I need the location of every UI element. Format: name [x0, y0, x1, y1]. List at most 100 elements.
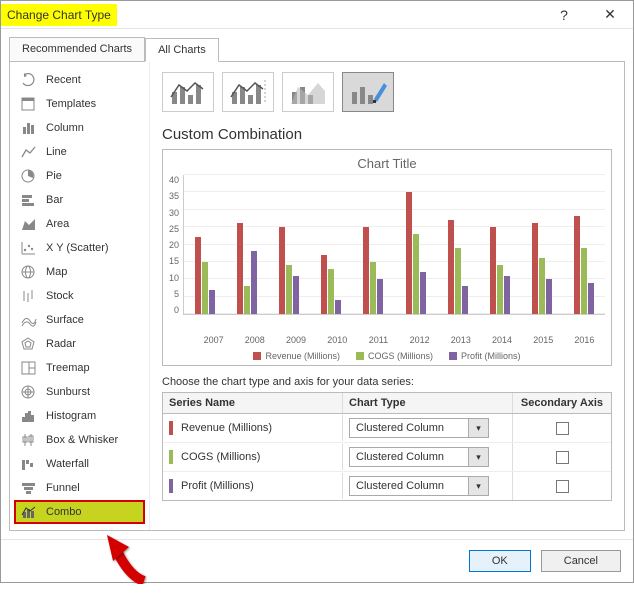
- sidebar-item-label: Combo: [46, 506, 81, 518]
- sidebar-item-label: Templates: [46, 98, 96, 110]
- sidebar-item-histogram[interactable]: Histogram: [14, 404, 145, 428]
- secondary-axis-checkbox-profit[interactable]: [556, 480, 569, 493]
- sidebar-item-label: Line: [46, 146, 67, 158]
- legend-revenue: Revenue (Millions): [253, 351, 340, 361]
- sidebar-item-label: Pie: [46, 170, 62, 182]
- subtype-row: [162, 72, 612, 112]
- header-series-name: Series Name: [163, 393, 343, 413]
- series-row-profit: Profit (Millions) Clustered Column▾: [163, 472, 611, 500]
- funnel-icon: [20, 480, 38, 496]
- column-icon: [20, 120, 38, 136]
- subtype-combo-3[interactable]: [282, 72, 334, 112]
- sidebar-item-label: Radar: [46, 338, 76, 350]
- cancel-button[interactable]: Cancel: [541, 550, 621, 572]
- series-header: Series Name Chart Type Secondary Axis: [163, 393, 611, 414]
- sidebar-item-label: Map: [46, 266, 67, 278]
- custom-combination-heading: Custom Combination: [162, 126, 612, 143]
- stock-icon: [20, 288, 38, 304]
- legend-profit: Profit (Millions): [449, 351, 521, 361]
- series-name-label: COGS (Millions): [181, 451, 260, 463]
- secondary-axis-checkbox-cogs[interactable]: [556, 451, 569, 464]
- sidebar-item-stock[interactable]: Stock: [14, 284, 145, 308]
- chart-type-dropdown-profit[interactable]: Clustered Column▾: [349, 476, 489, 496]
- chart-preview[interactable]: Chart Title 4035302520151050 20072008200…: [162, 149, 612, 366]
- sidebar-item-label: Recent: [46, 74, 81, 86]
- recent-icon: [20, 72, 38, 88]
- sidebar-item-map[interactable]: Map: [14, 260, 145, 284]
- close-button[interactable]: ✕: [587, 1, 633, 29]
- sidebar-item-templates[interactable]: Templates: [14, 92, 145, 116]
- chart-area: 4035302520151050: [169, 175, 605, 335]
- sidebar-item-label: Treemap: [46, 362, 90, 374]
- chevron-down-icon: ▾: [468, 477, 488, 495]
- sidebar-item-label: Column: [46, 122, 84, 134]
- combo-icon: [20, 504, 38, 520]
- help-button[interactable]: ?: [541, 1, 587, 29]
- sidebar-item-radar[interactable]: Radar: [14, 332, 145, 356]
- tab-recommended[interactable]: Recommended Charts: [9, 37, 145, 61]
- change-chart-type-dialog: Change Chart Type ? ✕ Recommended Charts…: [0, 0, 634, 583]
- histogram-icon: [20, 408, 38, 424]
- plot-area: [183, 175, 605, 315]
- subtype-combo-custom[interactable]: [342, 72, 394, 112]
- main-panel: Custom Combination Chart Title 403530252…: [150, 62, 624, 530]
- radar-icon: [20, 336, 38, 352]
- ok-button[interactable]: OK: [469, 550, 531, 572]
- sidebar-item-treemap[interactable]: Treemap: [14, 356, 145, 380]
- series-row-cogs: COGS (Millions) Clustered Column▾: [163, 443, 611, 472]
- tab-body: Recent Templates Column Line Pie Bar Are…: [9, 61, 625, 531]
- waterfall-icon: [20, 456, 38, 472]
- chart-type-dropdown-cogs[interactable]: Clustered Column▾: [349, 447, 489, 467]
- pie-icon: [20, 168, 38, 184]
- chevron-down-icon: ▾: [468, 419, 488, 437]
- tab-strip: Recommended Charts All Charts: [1, 29, 633, 61]
- series-color-profit: [169, 479, 173, 493]
- chart-type-dropdown-revenue[interactable]: Clustered Column▾: [349, 418, 489, 438]
- series-color-cogs: [169, 450, 173, 464]
- sidebar-item-pie[interactable]: Pie: [14, 164, 145, 188]
- sidebar-item-label: Box & Whisker: [46, 434, 118, 446]
- legend: Revenue (Millions) COGS (Millions) Profi…: [169, 351, 605, 361]
- sidebar-item-boxwhisker[interactable]: Box & Whisker: [14, 428, 145, 452]
- window-title: Change Chart Type: [1, 4, 117, 26]
- sidebar-item-bar[interactable]: Bar: [14, 188, 145, 212]
- sidebar-item-label: Sunburst: [46, 386, 90, 398]
- sidebar-item-funnel[interactable]: Funnel: [14, 476, 145, 500]
- templates-icon: [20, 96, 38, 112]
- legend-cogs: COGS (Millions): [356, 351, 433, 361]
- header-chart-type: Chart Type: [343, 393, 513, 413]
- sidebar-item-label: Surface: [46, 314, 84, 326]
- area-icon: [20, 216, 38, 232]
- tab-all-charts[interactable]: All Charts: [145, 38, 219, 62]
- secondary-axis-checkbox-revenue[interactable]: [556, 422, 569, 435]
- sidebar-item-combo[interactable]: Combo: [14, 500, 145, 524]
- sidebar-item-label: Histogram: [46, 410, 96, 422]
- chart-type-sidebar: Recent Templates Column Line Pie Bar Are…: [10, 62, 150, 530]
- boxwhisker-icon: [20, 432, 38, 448]
- bar-icon: [20, 192, 38, 208]
- series-instruction: Choose the chart type and axis for your …: [162, 376, 612, 388]
- surface-icon: [20, 312, 38, 328]
- sidebar-item-column[interactable]: Column: [14, 116, 145, 140]
- subtype-combo-1[interactable]: [162, 72, 214, 112]
- series-color-revenue: [169, 421, 173, 435]
- chevron-down-icon: ▾: [468, 448, 488, 466]
- sidebar-item-label: Bar: [46, 194, 63, 206]
- series-row-revenue: Revenue (Millions) Clustered Column▾: [163, 414, 611, 443]
- sidebar-item-area[interactable]: Area: [14, 212, 145, 236]
- sidebar-item-scatter[interactable]: X Y (Scatter): [14, 236, 145, 260]
- sidebar-item-label: X Y (Scatter): [46, 242, 109, 254]
- titlebar: Change Chart Type ? ✕: [1, 1, 633, 29]
- subtype-combo-2[interactable]: [222, 72, 274, 112]
- sidebar-item-waterfall[interactable]: Waterfall: [14, 452, 145, 476]
- map-icon: [20, 264, 38, 280]
- series-table: Series Name Chart Type Secondary Axis Re…: [162, 392, 612, 501]
- series-name-label: Revenue (Millions): [181, 422, 272, 434]
- sidebar-item-line[interactable]: Line: [14, 140, 145, 164]
- sidebar-item-label: Area: [46, 218, 69, 230]
- sidebar-item-sunburst[interactable]: Sunburst: [14, 380, 145, 404]
- series-name-label: Profit (Millions): [181, 480, 254, 492]
- sidebar-item-surface[interactable]: Surface: [14, 308, 145, 332]
- sidebar-item-recent[interactable]: Recent: [14, 68, 145, 92]
- x-axis: 2007200820092010201120122013201420152016: [193, 335, 605, 345]
